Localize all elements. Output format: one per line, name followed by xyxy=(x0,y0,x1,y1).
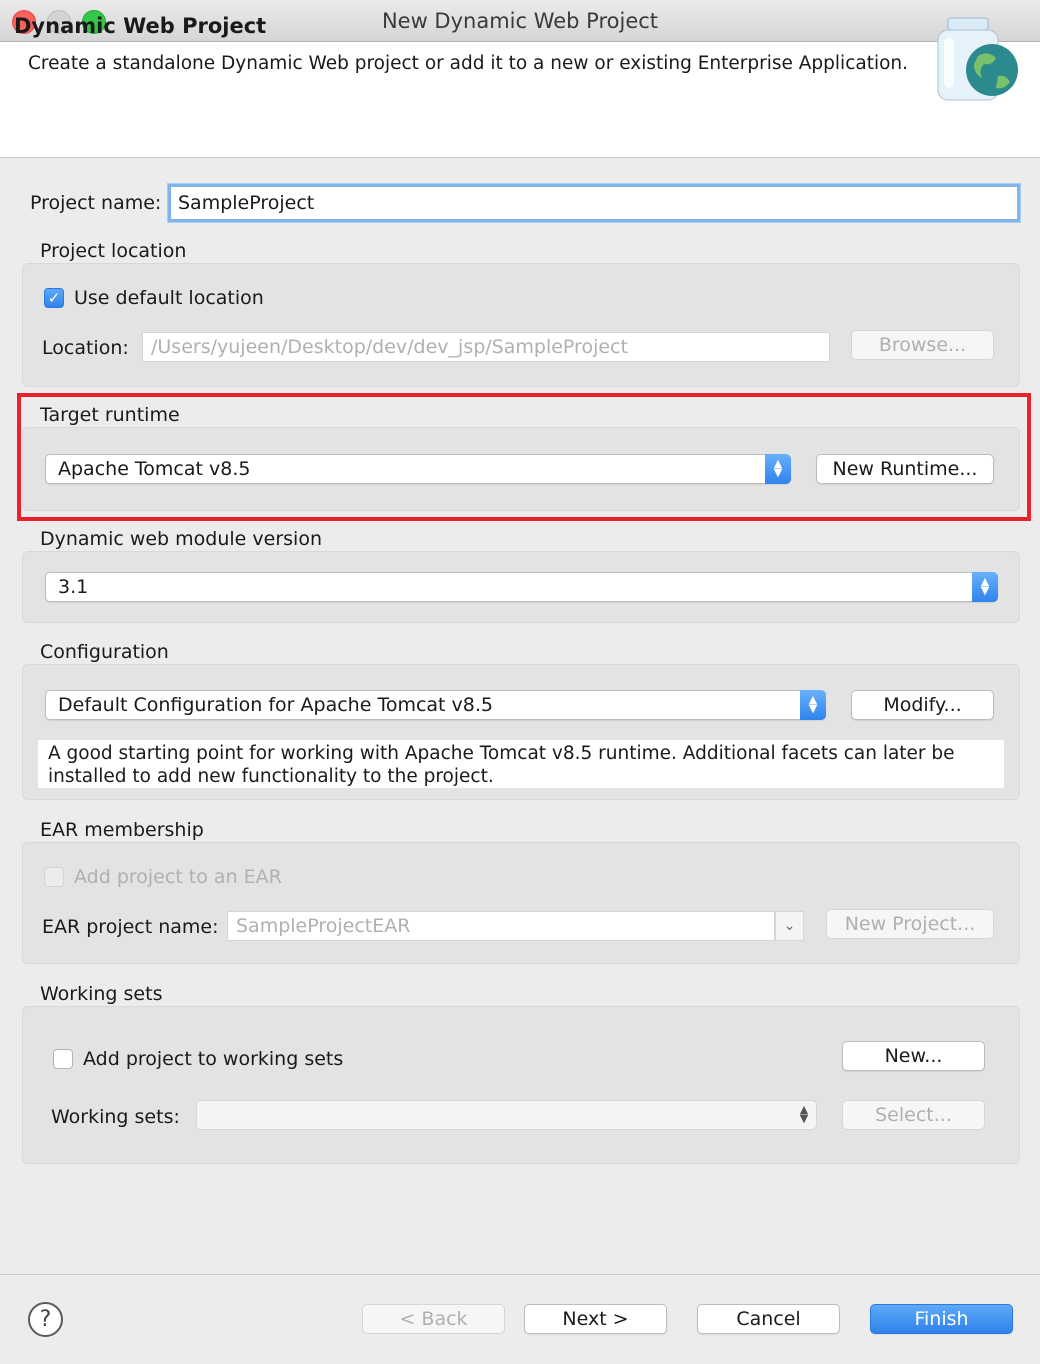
web-module-heading: Dynamic web module version xyxy=(40,528,322,550)
configuration-heading: Configuration xyxy=(40,641,169,663)
configuration-select[interactable]: Default Configuration for Apache Tomcat … xyxy=(45,690,826,720)
location-input[interactable]: /Users/yujeen/Desktop/dev/dev_jsp/Sample… xyxy=(142,332,830,362)
wizard-title: Dynamic Web Project xyxy=(14,14,267,38)
add-to-working-sets-checkbox[interactable] xyxy=(53,1049,73,1069)
modify-button[interactable]: Modify... xyxy=(851,690,994,720)
new-ear-project-button[interactable]: New Project... xyxy=(826,909,994,939)
web-project-jar-icon xyxy=(928,12,1024,108)
browse-button[interactable]: Browse... xyxy=(851,330,994,360)
web-module-version-value: 3.1 xyxy=(58,576,89,598)
footer-divider xyxy=(0,1274,1040,1275)
target-runtime-select[interactable]: Apache Tomcat v8.5 ▲ ▼ xyxy=(45,454,791,484)
configuration-description: A good starting point for working with A… xyxy=(38,740,1004,788)
project-name-input[interactable]: SampleProject xyxy=(168,184,1020,222)
working-sets-group xyxy=(22,1006,1020,1164)
chevron-down-icon[interactable]: ⌄ xyxy=(775,911,804,941)
project-name-label: Project name: xyxy=(30,192,162,214)
use-default-location-label: Use default location xyxy=(74,287,264,309)
working-sets-label: Working sets: xyxy=(51,1106,180,1128)
location-label: Location: xyxy=(42,337,129,359)
chevron-updown-icon: ▲ ▼ xyxy=(799,1103,809,1125)
new-runtime-button[interactable]: New Runtime... xyxy=(816,454,994,484)
back-button[interactable]: < Back xyxy=(362,1304,505,1334)
chevron-updown-icon: ▲ ▼ xyxy=(800,690,826,720)
ear-project-name-input[interactable]: SampleProjectEAR xyxy=(227,911,775,941)
working-sets-select[interactable]: ▲ ▼ xyxy=(196,1100,817,1130)
working-sets-heading: Working sets xyxy=(40,983,163,1005)
wizard-description: Create a standalone Dynamic Web project … xyxy=(28,53,909,74)
project-location-heading: Project location xyxy=(40,240,187,262)
web-module-version-select[interactable]: 3.1 ▲ ▼ xyxy=(45,572,998,602)
help-icon[interactable]: ? xyxy=(28,1302,63,1337)
new-working-set-button[interactable]: New... xyxy=(842,1041,985,1071)
add-to-ear-label: Add project to an EAR xyxy=(74,866,282,888)
add-to-working-sets-label: Add project to working sets xyxy=(83,1048,344,1070)
add-to-ear-checkbox[interactable] xyxy=(44,867,64,887)
ear-membership-group xyxy=(22,842,1020,964)
use-default-location-checkbox[interactable]: ✓ xyxy=(44,288,64,308)
configuration-value: Default Configuration for Apache Tomcat … xyxy=(58,694,493,716)
target-runtime-heading: Target runtime xyxy=(40,404,180,426)
target-runtime-value: Apache Tomcat v8.5 xyxy=(58,458,251,480)
project-location-group xyxy=(22,263,1020,387)
chevron-updown-icon: ▲ ▼ xyxy=(765,454,791,484)
ear-membership-heading: EAR membership xyxy=(40,819,204,841)
cancel-button[interactable]: Cancel xyxy=(697,1304,840,1334)
select-working-sets-button[interactable]: Select... xyxy=(842,1100,985,1130)
next-button[interactable]: Next > xyxy=(524,1304,667,1334)
finish-button[interactable]: Finish xyxy=(870,1304,1013,1334)
chevron-updown-icon: ▲ ▼ xyxy=(972,572,998,602)
ear-project-name-label: EAR project name: xyxy=(42,916,219,938)
